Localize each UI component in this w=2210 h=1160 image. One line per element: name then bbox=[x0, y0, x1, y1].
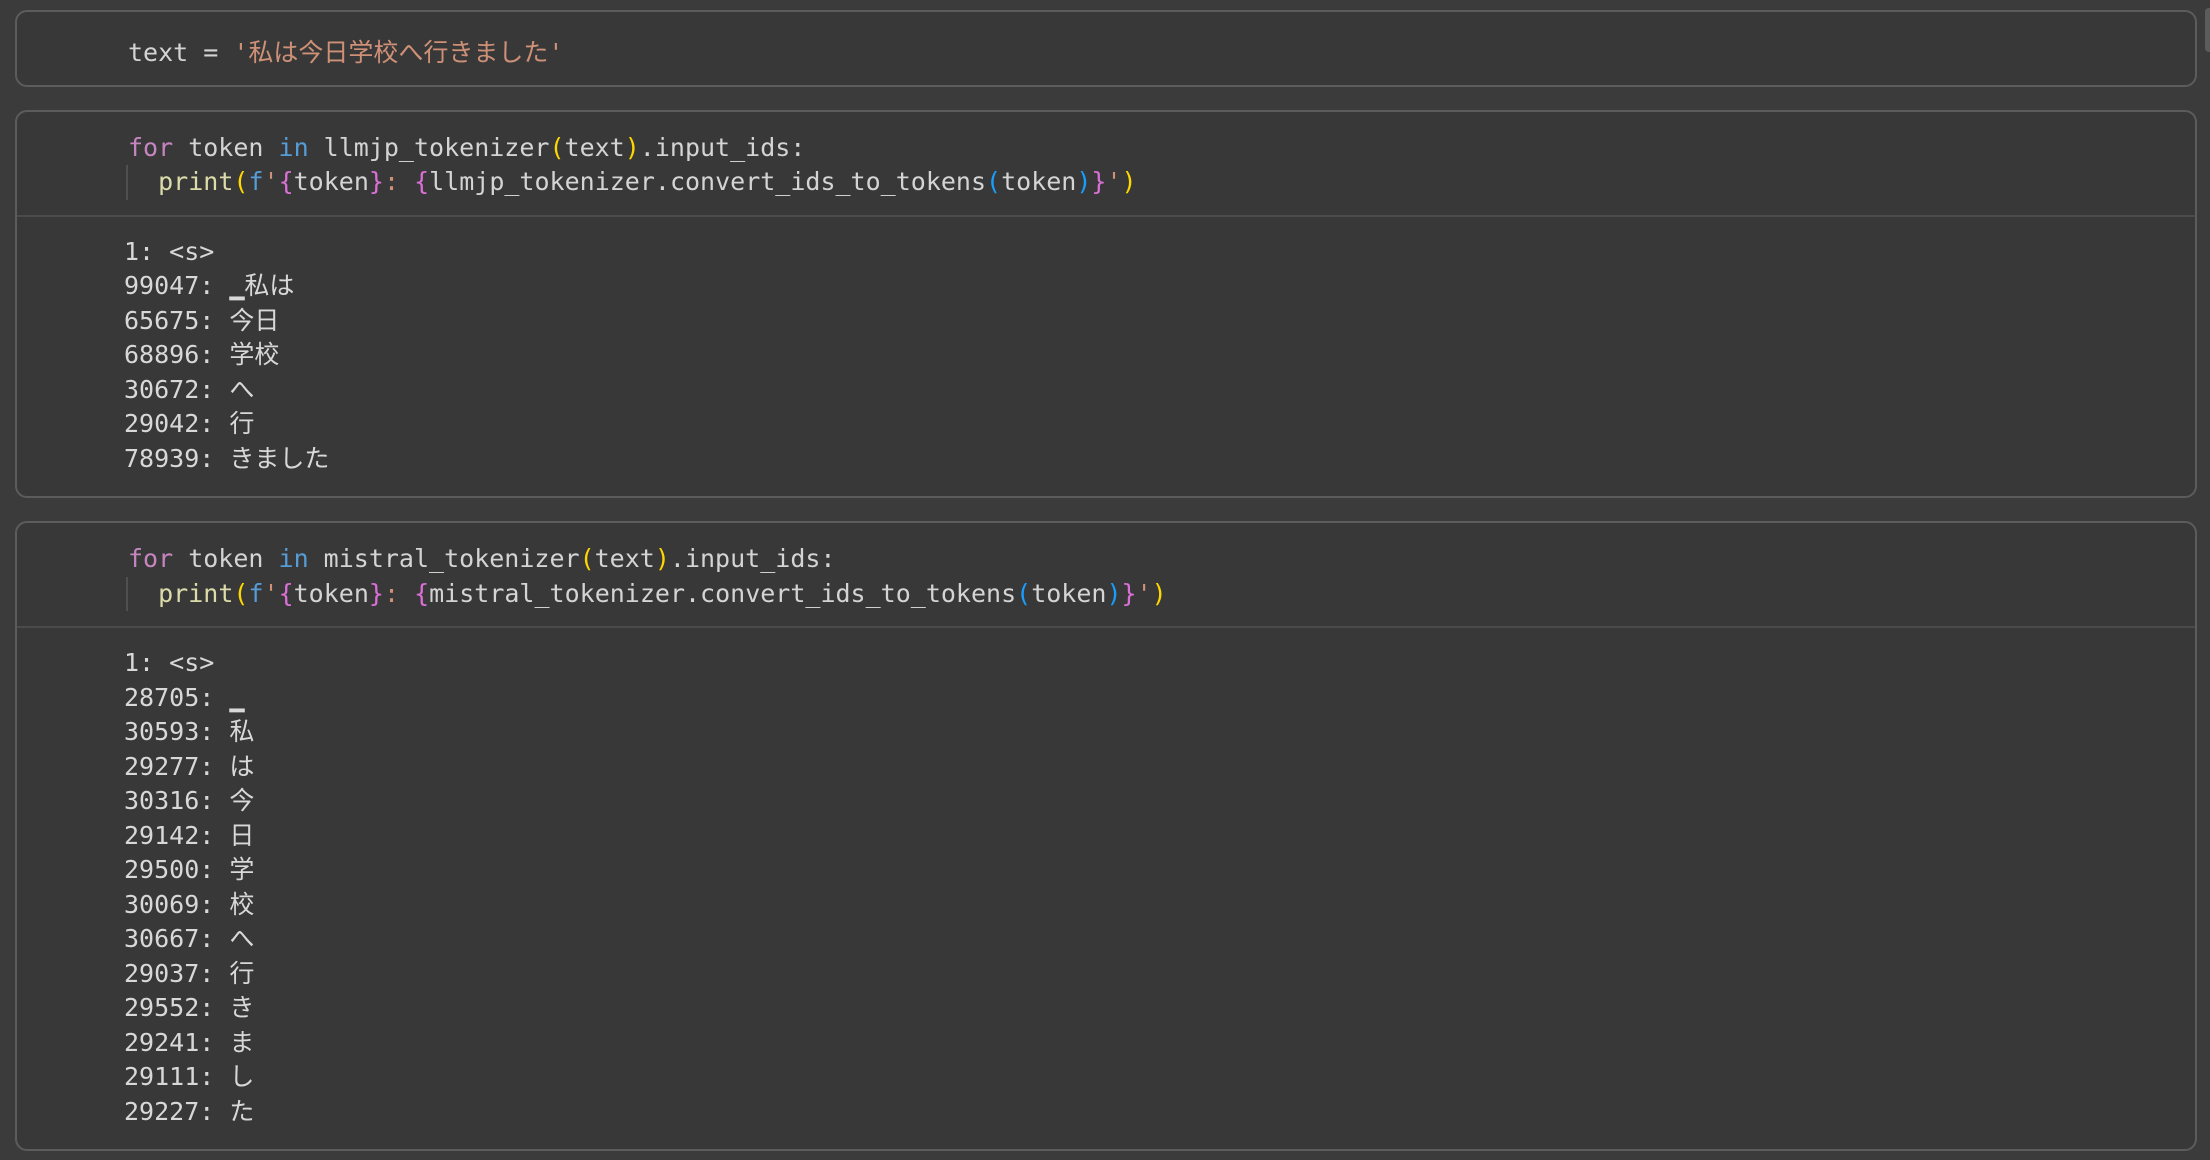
output-line: 99047: ▁私は bbox=[124, 269, 2175, 304]
code-editor[interactable]: text = '私は今日学校へ行きました' bbox=[17, 12, 2195, 85]
code-token: ( bbox=[233, 579, 248, 608]
output-line: 29037: 行 bbox=[124, 957, 2175, 992]
output-line: 1: <s> bbox=[124, 646, 2175, 681]
code-token: text bbox=[595, 544, 655, 573]
code-token: f bbox=[248, 579, 263, 608]
code-token: ) bbox=[625, 133, 640, 162]
output-line: 29241: ま bbox=[124, 1026, 2175, 1061]
code-token: { bbox=[414, 167, 429, 196]
code-token: } bbox=[369, 167, 384, 196]
code-token: llmjp_tokenizer.convert_ids_to_tokens bbox=[429, 167, 986, 196]
code-token: { bbox=[279, 579, 294, 608]
output-line: 28705: ▁ bbox=[124, 681, 2175, 716]
code-token: ' bbox=[264, 579, 279, 608]
code-line: for token in llmjp_tokenizer(text).input… bbox=[128, 131, 2175, 166]
code-token: { bbox=[414, 579, 429, 608]
code-line: print(f'{token}: {mistral_tokenizer.conv… bbox=[128, 577, 2175, 612]
code-token: ( bbox=[233, 167, 248, 196]
output-line: 29277: は bbox=[124, 750, 2175, 785]
code-token: print bbox=[158, 167, 233, 196]
code-token: } bbox=[1122, 579, 1137, 608]
code-token: ( bbox=[1016, 579, 1031, 608]
code-token: ' bbox=[1106, 167, 1121, 196]
code-token: llmjp_tokenizer bbox=[309, 133, 550, 162]
code-line: text = '私は今日学校へ行きました' bbox=[128, 36, 2175, 71]
code-token: '私は今日学校へ行きました' bbox=[233, 38, 563, 67]
code-line: print(f'{token}: {llmjp_tokenizer.conver… bbox=[128, 165, 2175, 200]
code-token: token bbox=[173, 544, 278, 573]
output-line: 29500: 学 bbox=[124, 853, 2175, 888]
code-token: text bbox=[565, 133, 625, 162]
code-token: token bbox=[294, 579, 369, 608]
code-token: ) bbox=[1106, 579, 1121, 608]
code-token: ) bbox=[1122, 167, 1137, 196]
output-line: 29142: 日 bbox=[124, 819, 2175, 854]
code-token: ( bbox=[549, 133, 564, 162]
output-line: 78939: きました bbox=[124, 442, 2175, 477]
code-token: ' bbox=[1137, 579, 1152, 608]
code-token: mistral_tokenizer.convert_ids_to_tokens bbox=[429, 579, 1016, 608]
code-token: ( bbox=[580, 544, 595, 573]
output-line: 65675: 今日 bbox=[124, 304, 2175, 339]
scrollbar-thumb[interactable] bbox=[2205, 8, 2210, 52]
code-token: in bbox=[279, 544, 309, 573]
code-token: text = bbox=[128, 38, 233, 67]
code-token: print bbox=[158, 579, 233, 608]
code-token: } bbox=[1091, 167, 1106, 196]
code-token: token bbox=[1031, 579, 1106, 608]
code-token bbox=[128, 579, 158, 608]
code-editor[interactable]: for token in llmjp_tokenizer(text).input… bbox=[17, 112, 2195, 215]
code-token: } bbox=[369, 579, 384, 608]
code-editor[interactable]: for token in mistral_tokenizer(text).inp… bbox=[17, 523, 2195, 626]
output-line: 29227: た bbox=[124, 1095, 2175, 1130]
output-line: 29552: き bbox=[124, 991, 2175, 1026]
code-token: in bbox=[279, 133, 309, 162]
output-line: 29111: し bbox=[124, 1060, 2175, 1095]
cell-output: 1: <s>99047: ▁私は65675: 今日68896: 学校30672:… bbox=[17, 217, 2195, 497]
code-token: : bbox=[384, 579, 414, 608]
output-line: 30667: へ bbox=[124, 922, 2175, 957]
code-token: for bbox=[128, 133, 173, 162]
output-line: 1: <s> bbox=[124, 235, 2175, 270]
code-line: for token in mistral_tokenizer(text).inp… bbox=[128, 542, 2175, 577]
code-token: token bbox=[1001, 167, 1076, 196]
output-line: 30316: 今 bbox=[124, 784, 2175, 819]
code-token: .input_ids: bbox=[640, 133, 806, 162]
output-line: 30069: 校 bbox=[124, 888, 2175, 923]
indent-guide bbox=[126, 165, 128, 200]
notebook: text = '私は今日学校へ行きました' for token in llmjp_… bbox=[0, 0, 2210, 1151]
output-line: 30672: へ bbox=[124, 373, 2175, 408]
code-token: .input_ids: bbox=[670, 544, 836, 573]
code-token: token bbox=[173, 133, 278, 162]
code-token: token bbox=[294, 167, 369, 196]
output-line: 29042: 行 bbox=[124, 407, 2175, 442]
code-token: ' bbox=[264, 167, 279, 196]
llmjp-tokenizer-cell[interactable]: for token in llmjp_tokenizer(text).input… bbox=[15, 110, 2197, 499]
code-token: for bbox=[128, 544, 173, 573]
cell-output: 1: <s>28705: ▁30593: 私29277: は30316: 今29… bbox=[17, 628, 2195, 1149]
code-token: ) bbox=[1152, 579, 1167, 608]
indent-guide bbox=[126, 577, 128, 612]
code-token: mistral_tokenizer bbox=[309, 544, 580, 573]
code-token: : bbox=[384, 167, 414, 196]
code-token: f bbox=[248, 167, 263, 196]
output-line: 30593: 私 bbox=[124, 715, 2175, 750]
code-token: { bbox=[279, 167, 294, 196]
mistral-tokenizer-cell[interactable]: for token in mistral_tokenizer(text).inp… bbox=[15, 521, 2197, 1151]
code-token: ) bbox=[1076, 167, 1091, 196]
code-token: ( bbox=[986, 167, 1001, 196]
output-line: 68896: 学校 bbox=[124, 338, 2175, 373]
text-assignment-cell[interactable]: text = '私は今日学校へ行きました' bbox=[15, 10, 2197, 87]
code-token bbox=[128, 167, 158, 196]
code-token: ) bbox=[655, 544, 670, 573]
